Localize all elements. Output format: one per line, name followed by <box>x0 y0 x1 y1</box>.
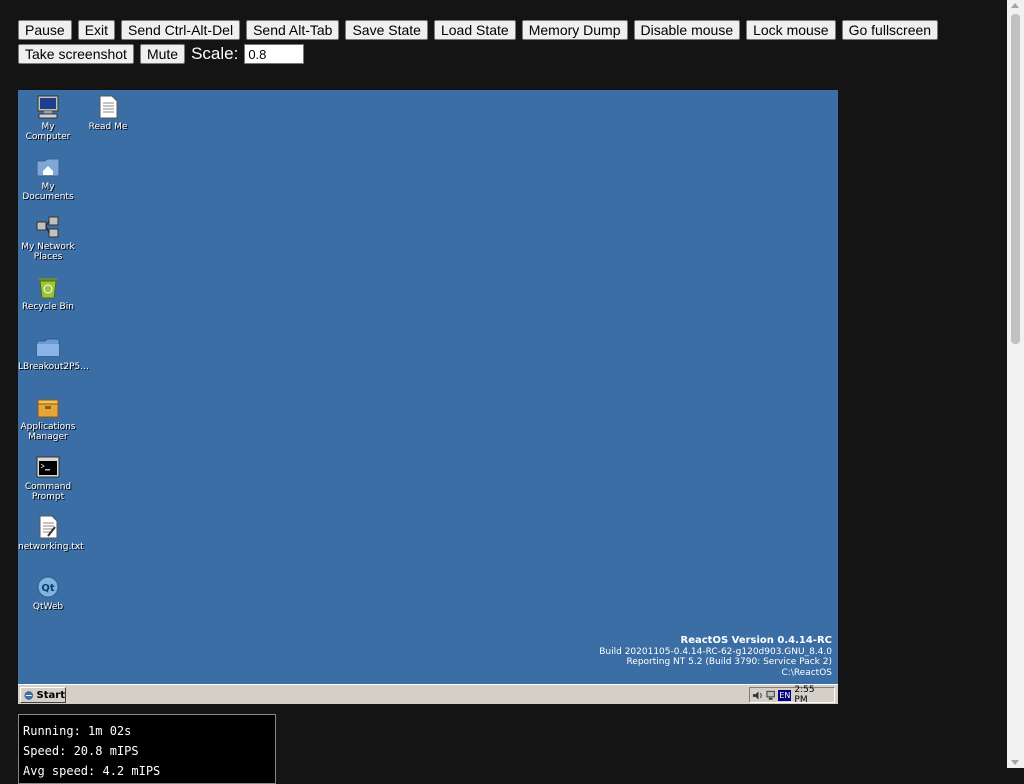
readme-icon <box>99 95 118 119</box>
toolbar-row-1: Pause Exit Send Ctrl-Alt-Del Send Alt-Ta… <box>18 20 998 40</box>
desktop-icon-networking-txt[interactable]: networking.txt <box>18 514 84 552</box>
documents-folder-icon <box>36 158 60 177</box>
version-build: Build 20201105-0.4.14-RC-62-g120d903.GNU… <box>599 646 832 657</box>
avg-speed-value: Avg speed: 4.2 mIPS <box>23 764 161 778</box>
scale-input[interactable] <box>244 44 305 64</box>
applications-manager-icon <box>37 399 59 418</box>
scroll-up-arrow-icon[interactable] <box>1011 3 1019 8</box>
recycle-bin-icon <box>39 278 57 299</box>
desktop-icon-recycle-bin[interactable]: Recycle Bin <box>18 274 78 312</box>
desktop-icon-label: My Network Places <box>21 242 75 262</box>
version-path: C:\ReactOS <box>781 667 832 678</box>
page-scrollbar[interactable] <box>1007 0 1024 768</box>
desktop-icon-qtweb[interactable]: Qt QtWeb <box>18 574 78 612</box>
command-prompt-icon <box>36 456 60 478</box>
svg-text:Qt: Qt <box>41 583 55 594</box>
taskbar: Start EN 2:55 PM <box>18 684 838 704</box>
load-state-button[interactable]: Load State <box>433 20 516 40</box>
network-icon <box>36 216 59 238</box>
lock-mouse-button[interactable]: Lock mouse <box>746 20 836 40</box>
system-tray: EN 2:55 PM <box>749 685 835 704</box>
memory-dump-button[interactable]: Memory Dump <box>521 20 628 40</box>
text-file-icon <box>39 515 58 539</box>
desktop-icon-label: Command Prompt <box>24 482 72 502</box>
scroll-down-arrow-icon[interactable] <box>1011 760 1019 765</box>
emulator-screen[interactable]: My Computer My Documents My Network Plac… <box>18 90 838 704</box>
desktop-icon-label: LBreakout2P5... <box>18 362 89 372</box>
taskbar-clock[interactable]: 2:55 PM <box>794 685 834 704</box>
volume-icon[interactable] <box>752 690 763 701</box>
speed-value: Speed: 20.8 mIPS <box>23 744 139 758</box>
send-alt-tab-button[interactable]: Send Alt-Tab <box>246 20 340 40</box>
desktop-icon-label: My Documents <box>22 182 74 202</box>
desktop-icon-read-me[interactable]: Read Me <box>78 94 138 132</box>
send-ctrl-alt-del-button[interactable]: Send Ctrl-Alt-Del <box>121 20 241 40</box>
qtweb-icon: Qt <box>37 576 59 598</box>
desktop-icon-label: Recycle Bin <box>22 302 74 312</box>
toolbar-row-2: Take screenshot Mute Scale: <box>18 44 998 64</box>
disable-mouse-button[interactable]: Disable mouse <box>633 20 741 40</box>
desktop-icon-lbreakout-folder[interactable]: LBreakout2P5... <box>18 334 89 372</box>
desktop-icon-label: networking.txt <box>18 542 84 552</box>
version-title: ReactOS Version 0.4.14-RC <box>680 635 833 646</box>
pause-button[interactable]: Pause <box>18 20 72 40</box>
network-status-icon[interactable] <box>766 690 775 701</box>
mute-button[interactable]: Mute <box>139 44 186 64</box>
language-indicator[interactable]: EN <box>778 689 792 701</box>
running-time: Running: 1m 02s <box>23 724 132 738</box>
desktop-icon-label: Read Me <box>88 122 128 132</box>
folder-icon <box>36 338 60 357</box>
take-screenshot-button[interactable]: Take screenshot <box>18 44 134 64</box>
desktop-icon-label: Applications Manager <box>20 422 76 442</box>
save-state-button[interactable]: Save State <box>345 20 428 40</box>
desktop[interactable]: My Computer My Documents My Network Plac… <box>18 90 838 684</box>
desktop-icon-my-documents[interactable]: My Documents <box>18 154 78 202</box>
start-logo-icon <box>24 690 34 700</box>
version-reporting: Reporting NT 5.2 (Build 3790: Service Pa… <box>626 657 832 667</box>
desktop-icon-command-prompt[interactable]: Command Prompt <box>18 454 78 502</box>
go-fullscreen-button[interactable]: Go fullscreen <box>841 20 939 40</box>
desktop-icon-network-places[interactable]: My Network Places <box>18 214 78 262</box>
desktop-icon-label: QtWeb <box>32 602 64 612</box>
start-label: Start <box>36 689 65 701</box>
emulator-stats-panel: Running: 1m 02s Speed: 20.8 mIPS Avg spe… <box>18 714 276 784</box>
desktop-icon-label: My Computer <box>25 122 71 142</box>
desktop-icon-my-computer[interactable]: My Computer <box>18 94 78 142</box>
os-version-watermark: ReactOS Version 0.4.14-RC Build 20201105… <box>599 635 833 678</box>
scroll-thumb[interactable] <box>1011 14 1020 344</box>
emulator-toolbar: Pause Exit Send Ctrl-Alt-Del Send Alt-Ta… <box>18 20 998 68</box>
exit-button[interactable]: Exit <box>77 20 116 40</box>
start-button[interactable]: Start <box>20 687 66 703</box>
computer-icon <box>37 95 59 119</box>
desktop-icon-applications-manager[interactable]: Applications Manager <box>18 394 78 442</box>
scale-label: Scale: <box>191 44 239 63</box>
